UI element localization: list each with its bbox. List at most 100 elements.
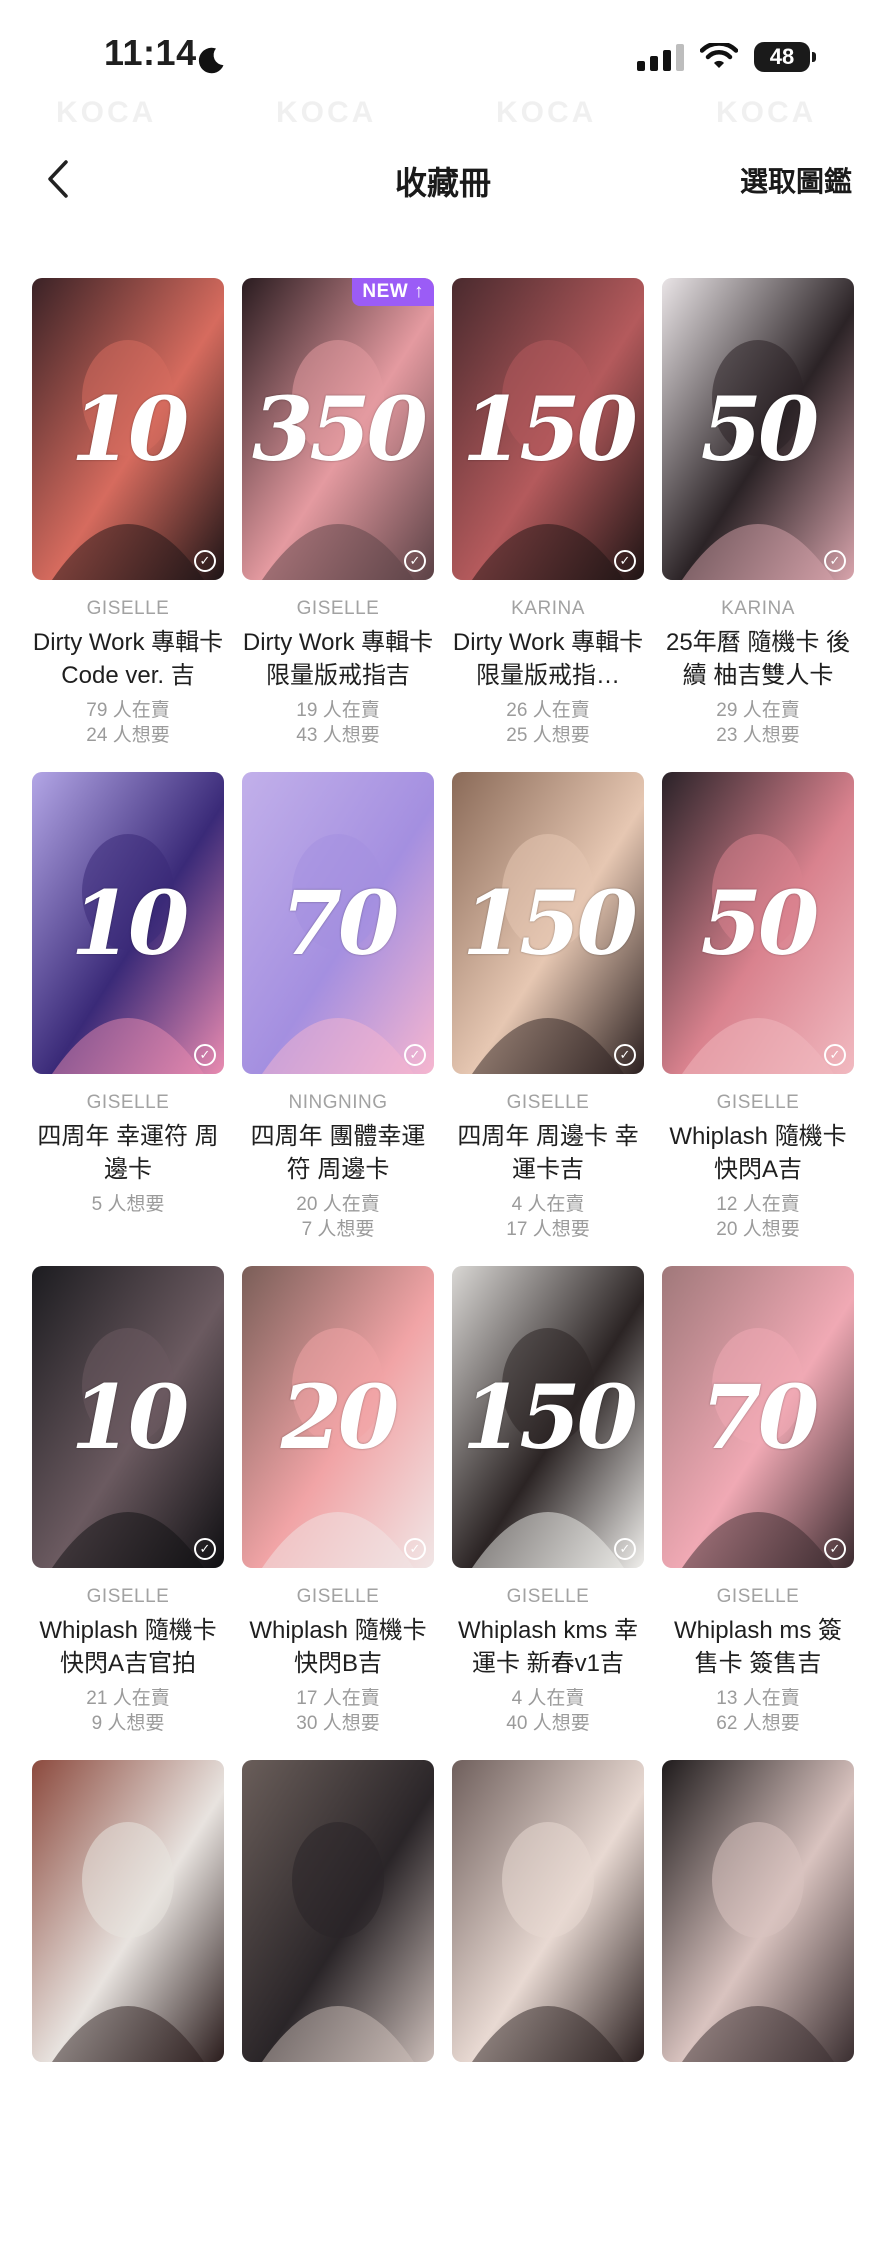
sellers-count: 19 人在賣 <box>296 700 380 721</box>
collection-card[interactable]: 70 ✓ GISELLE Whiplash ms 簽售卡 簽售吉 13 人在賣 62 人想… <box>662 1266 854 1760</box>
collection-card[interactable]: 50 ✓ GISELLE Whiplash 隨機卡 快閃A吉 12 人在賣 20 人想要 <box>662 772 854 1266</box>
moon-icon <box>198 47 224 74</box>
card-title: Dirty Work 專輯卡 Code ver. 吉 <box>32 629 224 689</box>
card-photo[interactable]: 20 ✓ <box>242 1266 434 1568</box>
card-title: Whiplash 隨機卡 快閃A吉官拍 <box>39 1617 217 1677</box>
card-photo[interactable]: 50 ✓ <box>662 772 854 1074</box>
card-photo[interactable] <box>452 1760 644 2062</box>
price-scribble: 10 <box>70 1365 189 1469</box>
wanted-count: 20 人想要 <box>716 1219 800 1240</box>
price-scribble: 350 <box>252 377 428 481</box>
card-artist: GISELLE <box>296 1586 380 1607</box>
nav-header: 收藏冊 選取圖鑑 <box>0 140 886 220</box>
collection-card[interactable]: 150 ✓ GISELLE Whiplash kms 幸運卡 新春v1吉 4 人在賣 40… <box>452 1266 644 1760</box>
wanted-count: 5 人想要 <box>91 1194 165 1215</box>
card-title: Whiplash 隨機卡 快閃A吉 <box>669 1123 847 1183</box>
collection-card[interactable] <box>242 1760 434 2254</box>
card-artist: NINGNING <box>288 1092 388 1113</box>
check-circle-icon: ✓ <box>194 1044 216 1066</box>
card-photo[interactable] <box>242 1760 434 2062</box>
card-title <box>662 2080 854 2146</box>
sellers-count: 29 人在賣 <box>716 700 800 721</box>
card-title: Whiplash ms 簽售卡 簽售吉 <box>673 1617 843 1677</box>
card-stats: 79 人在賣 24 人想要 <box>32 698 224 748</box>
card-title: Whiplash 隨機卡 快閃B吉 <box>249 1617 427 1677</box>
wanted-count: 9 人想要 <box>91 1713 165 1734</box>
card-artist: GISELLE <box>296 598 380 619</box>
collection-card[interactable] <box>662 1760 854 2254</box>
card-photo[interactable]: 150 ✓ <box>452 772 644 1074</box>
check-circle-icon: ✓ <box>194 550 216 572</box>
card-photo[interactable]: 350 NEW ↑ ✓ <box>242 278 434 580</box>
collection-card[interactable]: 70 ✓ NINGNING 四周年 團體幸運符 周邊卡 20 人在賣 7 人想要 <box>242 772 434 1266</box>
check-circle-icon: ✓ <box>824 1538 846 1560</box>
sellers-count: 4 人在賣 <box>511 1194 585 1215</box>
card-artist: GISELLE <box>716 1092 800 1113</box>
wanted-count: 25 人想要 <box>506 725 590 746</box>
card-stats: 21 人在賣 9 人想要 <box>32 1686 224 1736</box>
wanted-count: 7 人想要 <box>301 1219 375 1240</box>
card-photo[interactable]: 150 ✓ <box>452 278 644 580</box>
collection-card[interactable]: 350 NEW ↑ ✓ GISELLE Dirty Work 專輯卡 限量版戒指吉 19 … <box>242 278 434 772</box>
collection-card[interactable]: 10 ✓ GISELLE Whiplash 隨機卡 快閃A吉官拍 21 人在賣 9 人想要 <box>32 1266 224 1760</box>
price-scribble: 50 <box>700 871 819 975</box>
collection-card[interactable]: 50 ✓ KARINA 25年曆 隨機卡 後續 柚吉雙人卡 29 人在賣 23 人想要 <box>662 278 854 772</box>
card-stats: 5 人想要 <box>32 1192 224 1217</box>
wanted-count: 40 人想要 <box>506 1713 590 1734</box>
check-circle-icon: ✓ <box>194 1538 216 1560</box>
card-stats: 29 人在賣 23 人想要 <box>662 698 854 748</box>
price-scribble: 20 <box>280 1365 399 1469</box>
price-scribble: 150 <box>462 871 638 975</box>
card-stats: 4 人在賣 40 人想要 <box>452 1686 644 1736</box>
card-artist: KARINA <box>511 598 585 619</box>
status-bar: 11:14 48 <box>0 0 886 120</box>
card-photo[interactable]: 10 ✓ <box>32 772 224 1074</box>
check-circle-icon: ✓ <box>614 1538 636 1560</box>
card-stats: 4 人在賣 17 人想要 <box>452 1192 644 1242</box>
card-photo[interactable] <box>32 1760 224 2062</box>
card-photo[interactable] <box>662 1760 854 2062</box>
collection-card[interactable] <box>32 1760 224 2254</box>
card-title: Dirty Work 專輯卡 限量版戒指吉 <box>242 629 434 689</box>
sellers-count: 21 人在賣 <box>86 1688 170 1709</box>
sellers-count: 20 人在賣 <box>296 1194 380 1215</box>
collection-card[interactable] <box>452 1760 644 2254</box>
card-artist: GISELLE <box>506 1586 590 1607</box>
sellers-count: 17 人在賣 <box>296 1688 380 1709</box>
card-photo[interactable]: 10 ✓ <box>32 278 224 580</box>
check-circle-icon: ✓ <box>404 1538 426 1560</box>
card-title: 四周年 團體幸運符 周邊卡 <box>250 1123 426 1183</box>
select-cards-button[interactable]: 選取圖鑑 <box>740 160 852 200</box>
wanted-count: 62 人想要 <box>716 1713 800 1734</box>
card-artist: KARINA <box>721 598 795 619</box>
card-photo[interactable]: 50 ✓ <box>662 278 854 580</box>
sellers-count: 13 人在賣 <box>716 1688 800 1709</box>
card-photo[interactable]: 70 ✓ <box>242 772 434 1074</box>
check-circle-icon: ✓ <box>614 1044 636 1066</box>
sellers-count: 79 人在賣 <box>86 700 170 721</box>
price-scribble: 150 <box>462 1365 638 1469</box>
card-artist: GISELLE <box>86 598 170 619</box>
sellers-count: 26 人在賣 <box>506 700 590 721</box>
price-scribble: 150 <box>462 377 638 481</box>
wanted-count: 43 人想要 <box>296 725 380 746</box>
collection-grid: 10 ✓ GISELLE Dirty Work 專輯卡 Code ver. 吉 79 人… <box>32 278 854 2254</box>
price-scribble: 50 <box>700 377 819 481</box>
collection-card[interactable]: 150 ✓ KARINA Dirty Work 專輯卡 限量版戒指… 26 人在賣 25 … <box>452 278 644 772</box>
card-photo[interactable]: 10 ✓ <box>32 1266 224 1568</box>
card-photo[interactable]: 70 ✓ <box>662 1266 854 1568</box>
price-scribble: 10 <box>70 871 189 975</box>
card-photo[interactable]: 150 ✓ <box>452 1266 644 1568</box>
card-title <box>32 2080 224 2146</box>
card-stats: 17 人在賣 30 人想要 <box>242 1686 434 1736</box>
collection-card[interactable]: 10 ✓ GISELLE Dirty Work 專輯卡 Code ver. 吉 79 人… <box>32 278 224 772</box>
card-artist: GISELLE <box>86 1586 170 1607</box>
collection-card[interactable]: 20 ✓ GISELLE Whiplash 隨機卡 快閃B吉 17 人在賣 30 人想要 <box>242 1266 434 1760</box>
wanted-count: 17 人想要 <box>506 1219 590 1240</box>
card-artist: GISELLE <box>506 1092 590 1113</box>
collection-card[interactable]: 150 ✓ GISELLE 四周年 周邊卡 幸運卡吉 4 人在賣 17 人想要 <box>452 772 644 1266</box>
signal-icon <box>637 43 684 71</box>
collection-card[interactable]: 10 ✓ GISELLE 四周年 幸運符 周邊卡 5 人想要 <box>32 772 224 1266</box>
card-title: 25年曆 隨機卡 後續 柚吉雙人卡 <box>665 629 851 689</box>
check-circle-icon: ✓ <box>404 550 426 572</box>
